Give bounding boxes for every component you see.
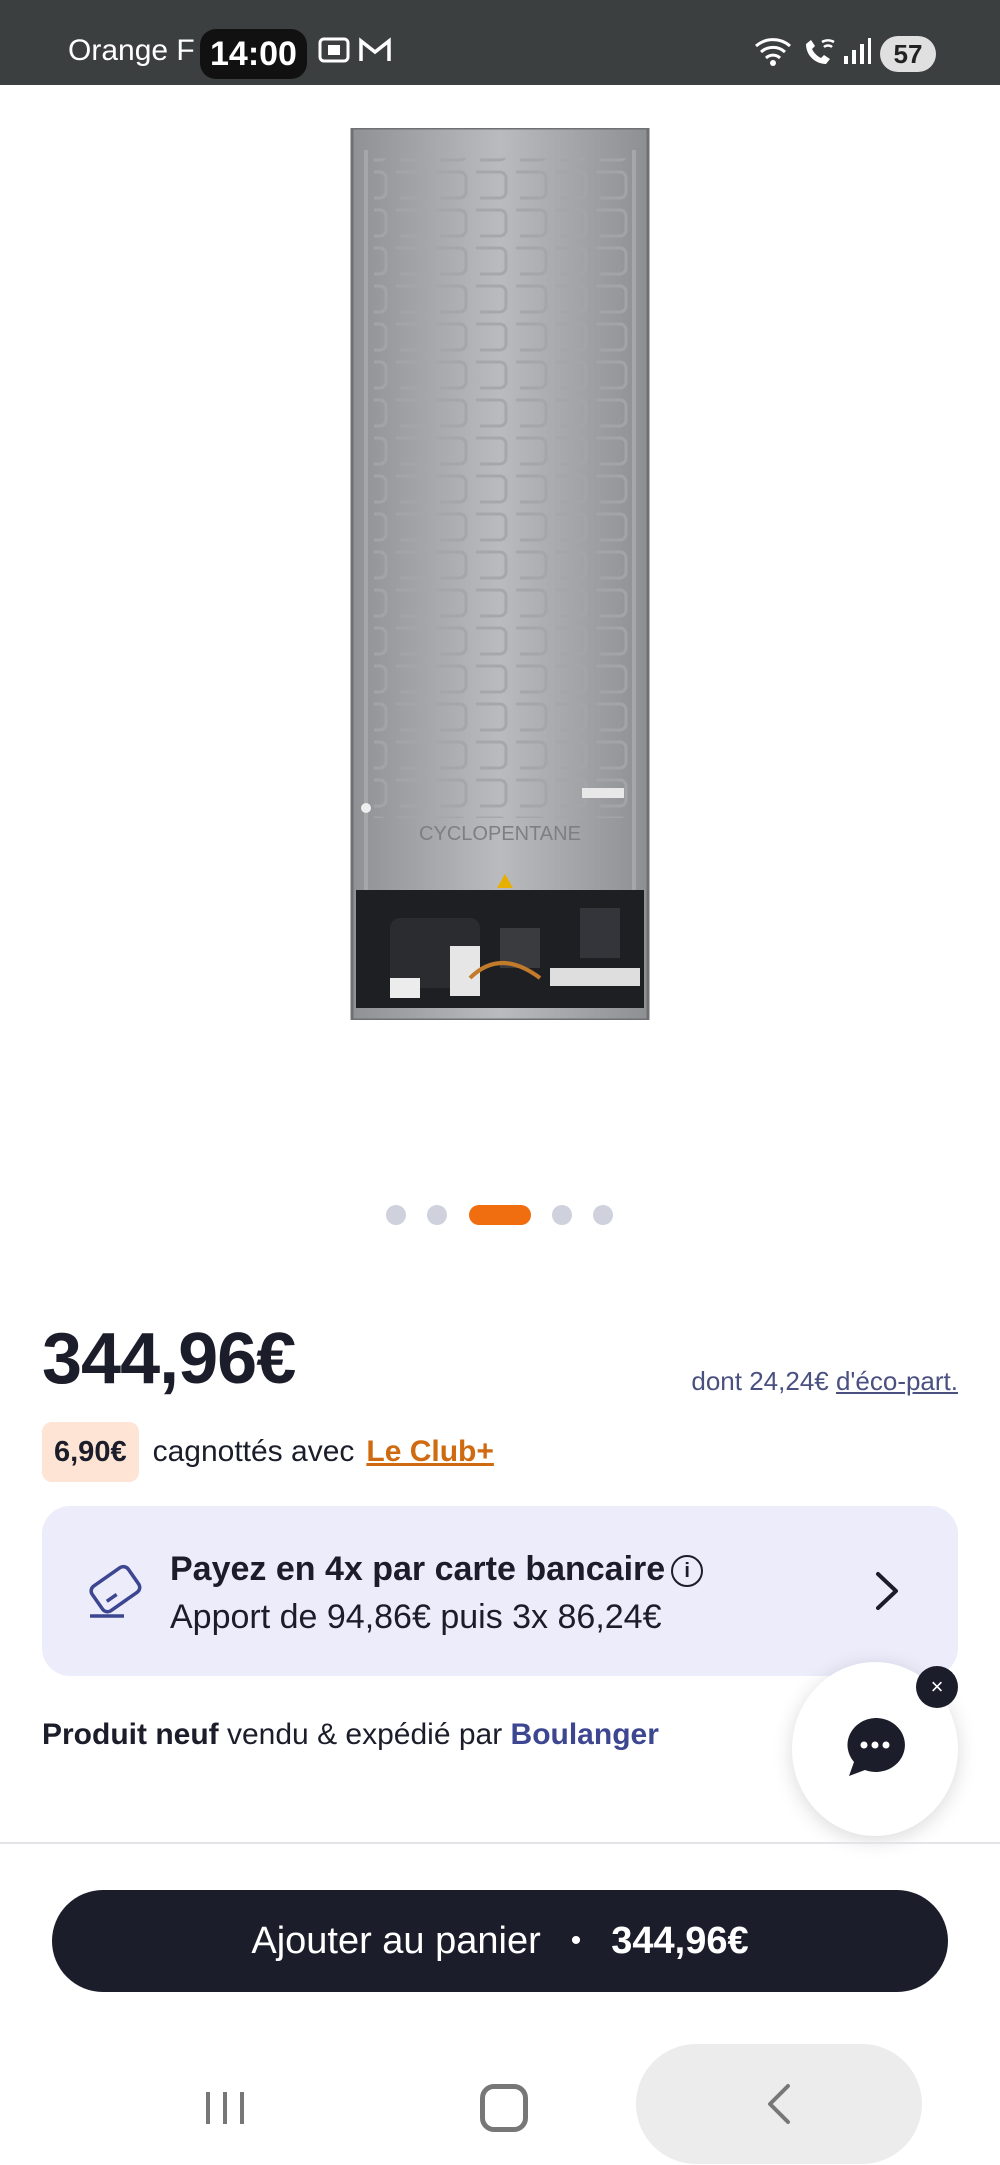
eco-participation-text: dont 24,24€ [691, 1366, 836, 1396]
system-navigation-bar [0, 2040, 1000, 2165]
installment-detail: Apport de 94,86€ puis 3x 86,24€ [170, 1598, 662, 1636]
installment-title: Payez en 4x par carte bancaire i [170, 1550, 704, 1589]
cashback-row: 6,90€ cagnottés avec Le Club+ [42, 1422, 494, 1482]
clock: 14:00 [200, 29, 307, 79]
credit-card-icon [89, 1564, 142, 1618]
wifi-icon [752, 36, 794, 73]
carousel-dot[interactable] [593, 1205, 613, 1225]
product-condition: Produit neuf [42, 1718, 219, 1751]
seller-text: vendu & expédié par [218, 1718, 511, 1751]
info-icon[interactable]: i [671, 1555, 704, 1587]
add-to-cart-amount: 344,96€ [611, 1919, 749, 1962]
recent-apps-icon[interactable] [200, 2086, 250, 2130]
home-icon[interactable] [480, 2084, 528, 2132]
carousel-dot-active[interactable] [469, 1205, 531, 1225]
carousel-dot[interactable] [427, 1205, 447, 1225]
back-button[interactable] [636, 2044, 922, 2164]
battery-indicator: 57 [880, 36, 936, 72]
eco-participation-link[interactable]: d'éco-part. [836, 1366, 958, 1396]
status-bar: Orange F 14:00 57 [0, 0, 1000, 85]
cashback-text: cagnottés avec [152, 1435, 355, 1468]
divider [0, 1842, 1000, 1844]
fridge-back-illustration: CYCLOPENTANE [350, 126, 650, 1022]
chat-bubble-icon [847, 1717, 905, 1776]
eco-participation: dont 24,24€ d'éco-part. [691, 1366, 958, 1397]
installment-title-text: Payez en 4x par carte bancaire [170, 1550, 666, 1588]
add-to-cart-button[interactable]: Ajouter au panier • 344,96€ [52, 1890, 948, 1992]
cashback-amount-badge: 6,90€ [42, 1422, 139, 1482]
signal-icon [842, 36, 872, 71]
seller-brand-link[interactable]: Boulanger [511, 1718, 659, 1751]
carousel-dot[interactable] [552, 1205, 572, 1225]
carrier-label: Orange F [68, 34, 195, 67]
carousel-indicator[interactable] [0, 1197, 1000, 1227]
gmail-icon [358, 36, 392, 69]
carousel-dot[interactable] [386, 1205, 406, 1225]
add-to-cart-separator: • [570, 1924, 582, 1957]
installment-payment-card[interactable]: Payez en 4x par carte bancaire i Apport d… [42, 1506, 958, 1676]
club-link[interactable]: Le Club+ [366, 1435, 494, 1469]
wifi-calling-icon [800, 36, 838, 73]
svg-text:CYCLOPENTANE: CYCLOPENTANE [419, 823, 581, 845]
product-image[interactable]: CYCLOPENTANE [350, 126, 650, 1022]
screenshot-icon [318, 36, 350, 69]
back-icon [768, 2084, 790, 2124]
add-to-cart-label: Ajouter au panier [251, 1919, 541, 1962]
seller-info: Produit neuf vendu & expédié par Boulang… [42, 1718, 659, 1752]
chat-close-button[interactable]: × [916, 1666, 958, 1708]
chevron-right-icon[interactable] [866, 1566, 906, 1616]
product-price: 344,96€ [42, 1319, 296, 1399]
